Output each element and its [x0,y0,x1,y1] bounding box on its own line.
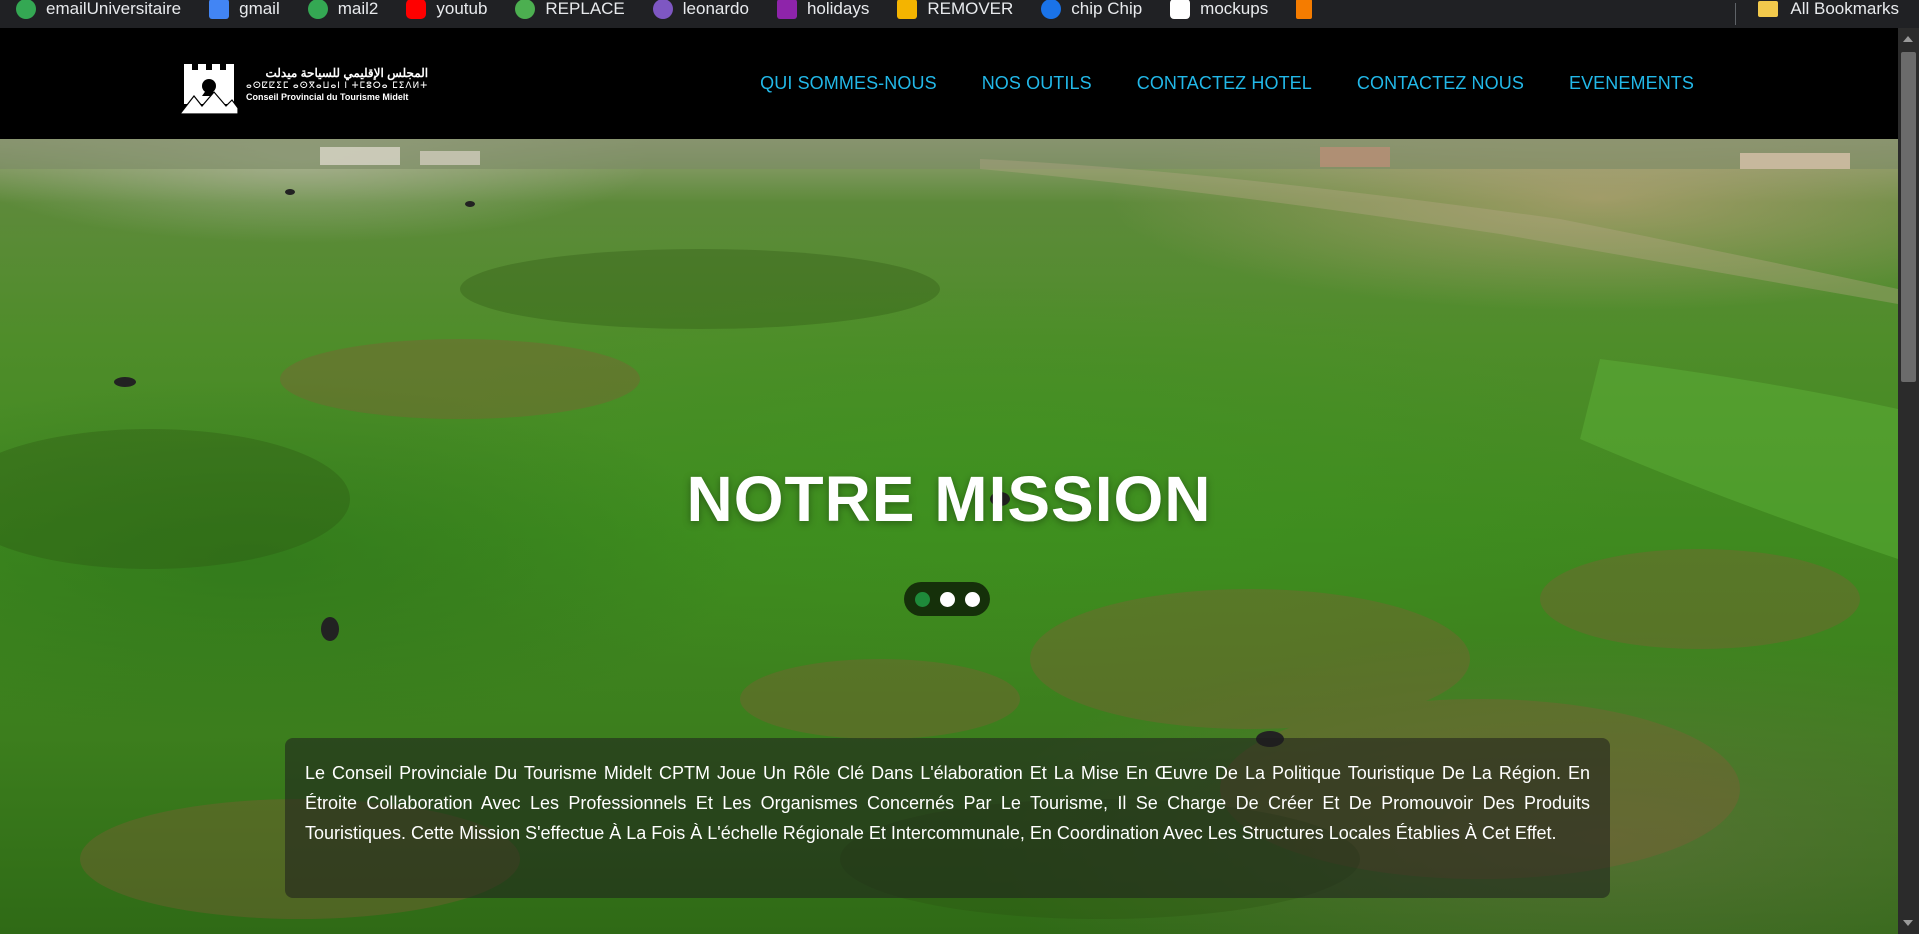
bookmark-label: REMOVER [927,0,1014,18]
nav-nos-outils[interactable]: NOS OUTILS [982,73,1092,94]
castle-logo-icon [180,64,238,114]
bookmark-replace[interactable]: REPLACE [499,0,636,23]
bookmark-label: holidays [806,0,870,18]
main-nav: QUI SOMMES-NOUS NOS OUTILS CONTACTEZ HOT… [760,28,1694,139]
nav-qui-sommes-nous[interactable]: QUI SOMMES-NOUS [760,73,937,94]
bookmark-label: mockups [1200,0,1269,18]
all-bookmarks-button[interactable]: All Bookmarks [1758,0,1899,19]
nav-contactez-hotel[interactable]: CONTACTEZ HOTEL [1137,73,1312,94]
remover-icon [897,0,918,19]
bookmark-label: leonardo [682,0,749,18]
bookmark-emailuniversitaire[interactable]: emailUniversitaire [0,0,193,23]
hero-title: NOTRE MISSION [686,462,1212,535]
bookmarks-separator [1735,3,1737,25]
bookmark-holidays[interactable]: holidays [761,0,881,23]
mockups-icon [1170,0,1191,19]
gmail-icon [209,0,230,19]
bookmark-mockups[interactable]: mockups [1154,0,1280,23]
slider-dots [904,582,990,616]
all-bookmarks-label: All Bookmarks [1790,0,1899,18]
bookmark-label: chip Chip [1071,0,1143,18]
bookmark-label: REPLACE [545,0,625,18]
nav-evenements[interactable]: EVENEMENTS [1569,73,1694,94]
site-logo[interactable]: المجلس الإقليمي للسياحة ميدلت ⴰⵙⵇⵇⵉⵎ ⴰⵙⴳ… [180,56,428,114]
hero-slider: NOTRE MISSION Le Conseil Provinciale Du … [0,139,1898,934]
nav-contactez-nous[interactable]: CONTACTEZ NOUS [1357,73,1524,94]
mission-description: Le Conseil Provinciale Du Tourisme Midel… [285,738,1610,898]
bookmarks-bar: emailUniversitaire gmail mail2 youtub RE… [0,0,1919,28]
page-scrollbar[interactable] [1898,28,1919,934]
bookmark-label: mail2 [337,0,379,18]
bookmark-mail2[interactable]: mail2 [292,0,391,23]
scroll-thumb[interactable] [1901,52,1916,382]
holidays-icon [776,0,797,19]
chrome-icon [307,0,328,19]
logo-french-text: Conseil Provincial du Tourisme Midelt [246,92,409,102]
chip-icon [1041,0,1062,19]
bookmark-label: youtub [436,0,488,18]
slider-dot-2[interactable] [939,591,955,607]
replace-icon [515,0,536,19]
chrome-icon [16,0,36,19]
scroll-down-icon[interactable] [1903,920,1913,926]
youtube-icon [406,0,427,19]
slider-dot-3[interactable] [964,591,980,607]
bookmark-gmail[interactable]: gmail [193,0,292,23]
logo-text: المجلس الإقليمي للسياحة ميدلت ⴰⵙⵇⵇⵉⵎ ⴰⵙⴳ… [246,67,428,103]
slider-dot-1[interactable] [914,591,930,607]
scroll-up-icon[interactable] [1903,36,1913,42]
logo-arabic-text: المجلس الإقليمي للسياحة ميدلت [265,66,429,80]
bookmark-label: emailUniversitaire [46,0,182,18]
logo-tifinagh-text: ⴰⵙⵇⵇⵉⵎ ⴰⵙⴳⴰⵡⴰⵏ ⵏ ⵜⵎⵓⵔⴰ ⵎⵉⴷⵍⵜ [246,80,429,90]
bookmark-label: gmail [239,0,280,18]
bookmark-remover[interactable]: REMOVER [881,0,1025,23]
bookmark-youtub[interactable]: youtub [390,0,499,23]
bookmark-chart[interactable] [1280,0,1334,23]
folder-icon [1758,1,1779,17]
bookmark-leonardo[interactable]: leonardo [637,0,761,23]
site-header: المجلس الإقليمي للسياحة ميدلت ⴰⵙⵇⵇⵉⵎ ⴰⵙⴳ… [0,28,1898,139]
leonardo-icon [652,0,673,19]
bookmark-chip-chip[interactable]: chip Chip [1025,0,1154,23]
chart-icon [1296,0,1313,19]
